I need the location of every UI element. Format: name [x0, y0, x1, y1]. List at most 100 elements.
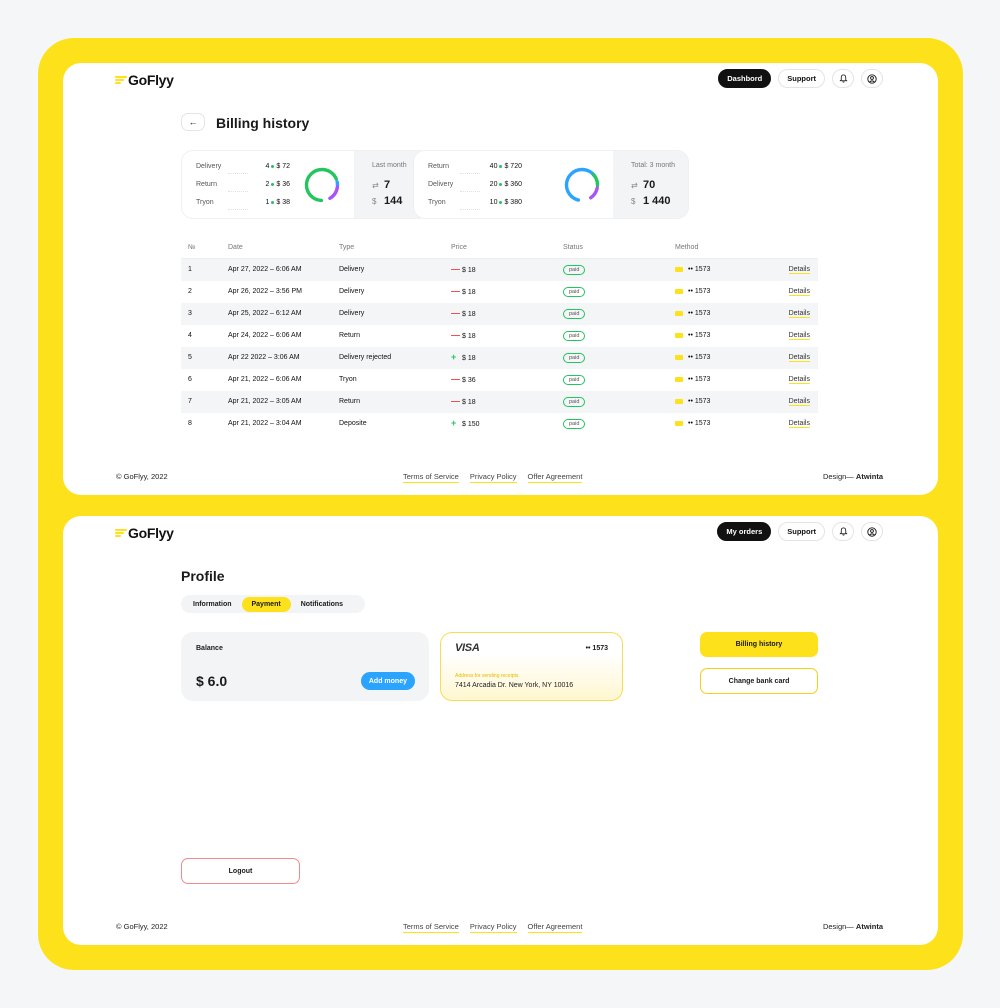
- row-price: — $ 18: [451, 309, 476, 319]
- add-money-button[interactable]: Add money: [360, 672, 415, 690]
- logo[interactable]: GoFlyy: [115, 72, 174, 88]
- design-credit[interactable]: Design— Atwinta: [823, 922, 883, 931]
- bell-icon: [838, 74, 848, 83]
- stats-summary: Total: 3 month ⇄ 70 $1 440: [613, 151, 688, 218]
- stats-card-three-months: Return 40 $ 720 Delivery 20 $ 360 Tryon 10 $ 3…: [413, 150, 689, 219]
- price-value: $ 18: [462, 399, 476, 406]
- notifications-button[interactable]: [832, 522, 854, 541]
- row-date: Apr 24, 2022 – 6:06 AM: [228, 332, 302, 339]
- table-row: 5 Apr 22 2022 – 3:06 AM Delivery rejected +…: [181, 347, 818, 369]
- header-status: Status: [563, 244, 583, 251]
- table-row: 7 Apr 21, 2022 – 3:05 AM Return — $ 18 paid ••…: [181, 391, 818, 413]
- address-value: 7414 Arcadia Dr. New York, NY 10016: [455, 682, 574, 689]
- stat-count: 4: [265, 163, 270, 170]
- table-row: 4 Apr 24, 2022 – 6:06 AM Return — $ 18 paid ••…: [181, 325, 818, 347]
- details-link[interactable]: Details: [788, 376, 810, 384]
- row-type: Return: [339, 398, 361, 405]
- row-status: paid: [563, 287, 586, 297]
- header-date: Date: [228, 244, 243, 251]
- tab-notifications[interactable]: Notifications: [291, 597, 353, 612]
- my-orders-button[interactable]: My orders: [717, 522, 772, 541]
- price-value: $ 18: [462, 355, 476, 362]
- status-badge: paid: [563, 397, 586, 407]
- card-number: •• 1573: [688, 288, 711, 295]
- dollar-icon: $: [631, 197, 636, 206]
- terms-link[interactable]: Terms of Service: [403, 472, 459, 483]
- billing-history-button[interactable]: Billing history: [700, 632, 818, 657]
- row-date: Apr 21, 2022 – 3:04 AM: [228, 420, 302, 427]
- table-row: 6 Apr 21, 2022 – 6:06 AM Tryon — $ 36 paid •• …: [181, 369, 818, 391]
- logout-button[interactable]: Logout: [181, 858, 300, 884]
- profile-button[interactable]: [861, 69, 883, 88]
- billing-table: № Date Type Price Status Method 1 Apr 27,…: [181, 240, 818, 435]
- logo-text: GoFlyy: [128, 72, 174, 88]
- table-body: 1 Apr 27, 2022 – 6:06 AM Delivery — $ 18 paid…: [181, 259, 818, 435]
- tab-information[interactable]: Information: [183, 597, 242, 612]
- support-button[interactable]: Support: [778, 69, 825, 88]
- profile-screen: GoFlyy My orders Support Profile Informa…: [63, 516, 938, 945]
- table-header: № Date Type Price Status Method: [181, 240, 818, 259]
- privacy-link[interactable]: Privacy Policy: [469, 472, 517, 483]
- logo[interactable]: GoFlyy: [115, 525, 174, 541]
- stat-count: 1: [265, 199, 270, 206]
- donut-chart: [564, 167, 600, 203]
- details-link[interactable]: Details: [788, 332, 810, 340]
- price-sign-icon: +: [451, 352, 457, 362]
- top-nav: My orders Support: [717, 522, 883, 541]
- details-link[interactable]: Details: [788, 398, 810, 406]
- design-name: Atwinta: [855, 922, 883, 931]
- table-row: 3 Apr 25, 2022 – 6:12 AM Delivery — $ 18 paid…: [181, 303, 818, 325]
- footer: © GoFlyy, 2022 Terms of Service Privacy …: [116, 472, 883, 484]
- notifications-button[interactable]: [832, 69, 854, 88]
- details-link[interactable]: Details: [788, 310, 810, 318]
- design-credit[interactable]: Design— Atwinta: [823, 472, 883, 481]
- privacy-link[interactable]: Privacy Policy: [469, 922, 517, 933]
- tab-payment[interactable]: Payment: [241, 596, 291, 612]
- details-link[interactable]: Details: [788, 354, 810, 362]
- details-link[interactable]: Details: [788, 288, 810, 296]
- row-method: •• 1573: [675, 288, 710, 295]
- row-price: — $ 18: [451, 331, 476, 341]
- copyright: © GoFlyy, 2022: [116, 472, 168, 481]
- offer-link[interactable]: Offer Agreement: [527, 922, 583, 933]
- details-link[interactable]: Details: [788, 420, 810, 428]
- row-price: — $ 18: [451, 396, 476, 407]
- footer-links: Terms of Service Privacy Policy Offer Ag…: [403, 922, 583, 933]
- support-button[interactable]: Support: [778, 522, 825, 541]
- stat-amount: $ 360: [504, 181, 522, 188]
- status-badge: paid: [563, 353, 586, 363]
- card-icon: [675, 310, 683, 316]
- row-type: Tryon: [339, 376, 357, 383]
- details-link[interactable]: Details: [788, 266, 810, 274]
- terms-link[interactable]: Terms of Service: [403, 922, 459, 933]
- card-icon: [675, 354, 683, 360]
- card-icon: [675, 420, 683, 426]
- balance-label: Balance: [196, 645, 223, 652]
- profile-button[interactable]: [861, 522, 883, 541]
- row-method: •• 1573: [675, 398, 710, 405]
- design-name: Atwinta: [855, 472, 883, 481]
- stat-label: Tryon: [196, 199, 214, 206]
- offer-link[interactable]: Offer Agreement: [527, 472, 583, 483]
- back-button[interactable]: ←: [181, 113, 205, 131]
- row-number: 5: [188, 354, 192, 361]
- swap-icon: ⇄: [631, 181, 638, 190]
- header-price: Price: [451, 244, 467, 251]
- stat-label: Delivery: [196, 163, 222, 170]
- row-price: — $ 36: [451, 375, 476, 385]
- change-bank-card-button[interactable]: Change bank card: [700, 668, 818, 694]
- price-sign-icon: —: [451, 396, 460, 406]
- bank-card[interactable]: VISA •• 1573 Address for sending receipt…: [440, 632, 623, 701]
- details-label: Details: [788, 310, 810, 318]
- stat-amount: $ 38: [276, 199, 290, 206]
- footer: © GoFlyy, 2022 Terms of Service Privacy …: [116, 922, 883, 934]
- row-type: Delivery: [339, 310, 365, 317]
- status-badge: paid: [563, 287, 586, 297]
- dashboard-button[interactable]: Dashbord: [718, 69, 772, 88]
- donut-chart: [304, 167, 340, 203]
- row-number: 6: [188, 376, 192, 383]
- details-label: Details: [788, 420, 810, 428]
- row-number: 8: [188, 420, 192, 427]
- status-badge: paid: [563, 309, 586, 319]
- stat-amount: $ 36: [276, 181, 290, 188]
